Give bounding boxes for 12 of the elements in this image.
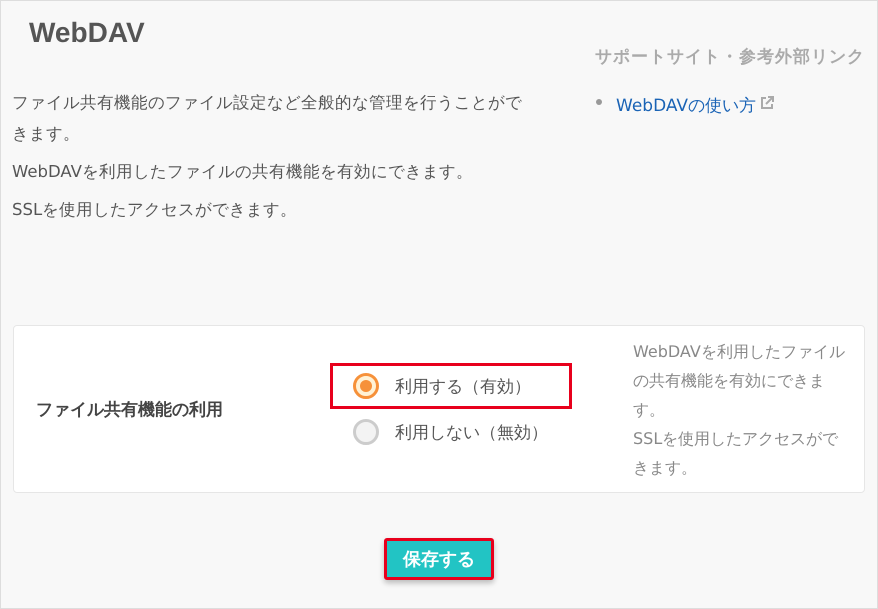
radio-option[interactable]: 利用する（有効） — [330, 363, 572, 409]
setting-label: ファイル共有機能の利用 — [35, 398, 224, 420]
description-text: WebDAVを利用したファイルの共有機能を有効にできます。 — [12, 161, 474, 183]
help-text: WebDAVを利用したファイルの共有機能を有効にできます。 — [633, 340, 845, 420]
bullet-icon — [596, 99, 602, 105]
help-text: SSLを使用したアクセスができます。 — [633, 428, 840, 478]
description-text: SSLを使用したアクセスができます。 — [12, 199, 298, 221]
help-link[interactable]: WebDAVの使い方 — [616, 94, 756, 117]
description-text: ファイル共有機能のファイル設定など全般的な管理を行うことができます。 — [12, 92, 523, 145]
support-heading: サポートサイト・参考外部リンク — [594, 46, 866, 68]
page-title: WebDAV — [29, 17, 146, 49]
radio-option[interactable]: 利用しない（無効） — [330, 409, 572, 455]
